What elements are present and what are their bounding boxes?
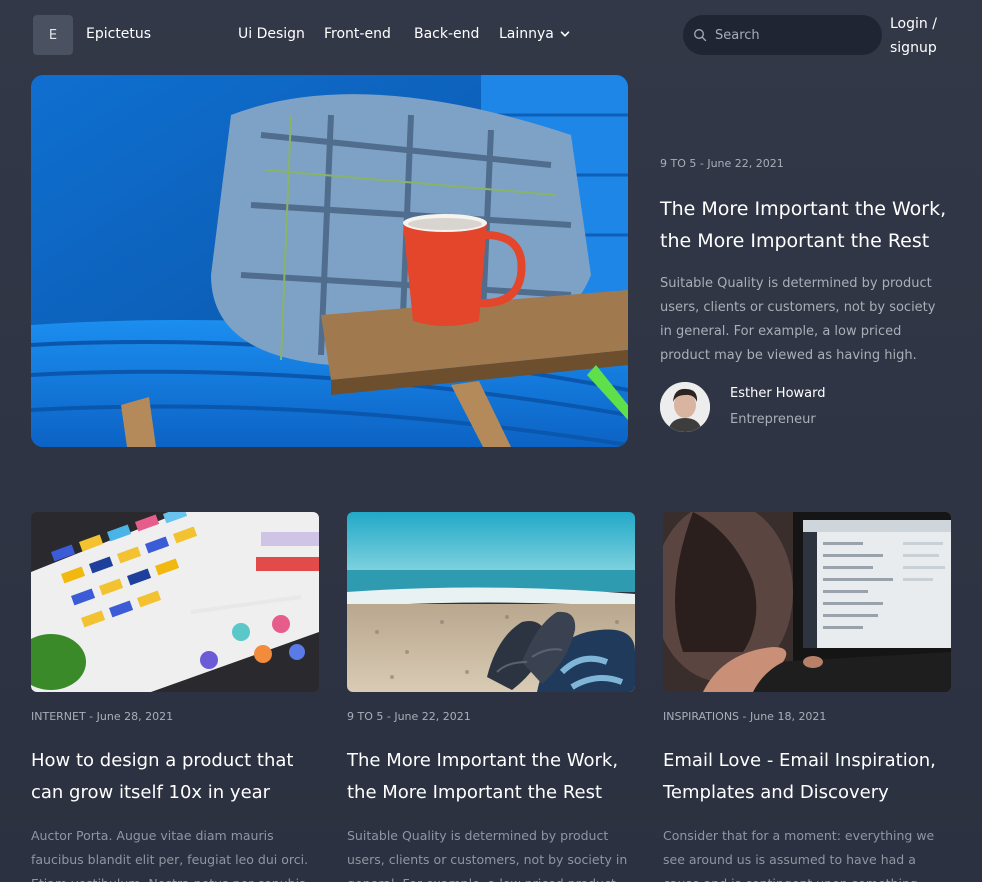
featured-post-title[interactable]: The More Important the Work, the More Im… <box>660 193 950 257</box>
search-bar[interactable] <box>683 15 882 55</box>
nav-item-ui-design[interactable]: Ui Design <box>238 26 305 42</box>
post-card[interactable]: INSPIRATIONS - June 18, 2021 Email Love … <box>663 512 951 882</box>
post-card-image[interactable] <box>31 512 319 692</box>
author-name[interactable]: Esther Howard <box>730 386 826 401</box>
post-card-image[interactable] <box>347 512 635 692</box>
featured-post-description: Suitable Quality is determined by produc… <box>660 276 936 363</box>
post-card-title[interactable]: The More Important the Work, the More Im… <box>347 745 635 809</box>
post-card[interactable]: 9 TO 5 - June 22, 2021 The More Importan… <box>347 512 635 882</box>
nav-item-front-end[interactable]: Front-end <box>324 26 391 42</box>
brand-name[interactable]: Epictetus <box>86 26 151 42</box>
post-card-description: Suitable Quality is determined by produc… <box>347 828 628 882</box>
logo[interactable]: E <box>33 15 73 55</box>
post-card-meta: INTERNET - June 28, 2021 <box>31 710 174 723</box>
featured-post-image[interactable] <box>31 75 628 447</box>
post-card-title[interactable]: How to design a product that can grow it… <box>31 745 319 809</box>
logo-letter: E <box>48 27 58 43</box>
post-card-meta: INSPIRATIONS - June 18, 2021 <box>663 710 827 723</box>
post-card-meta: 9 TO 5 - June 22, 2021 <box>347 710 471 723</box>
author-avatar <box>660 382 710 432</box>
post-card-title[interactable]: Email Love - Email Inspiration, Template… <box>663 745 951 809</box>
nav-item-lainnya-label: Lainnya <box>499 26 554 42</box>
post-card-description: Auctor Porta. Augue vitae diam mauris fa… <box>31 828 309 882</box>
search-icon <box>693 28 707 42</box>
post-card-description: Consider that for a moment: everything w… <box>663 828 935 882</box>
author-role: Entrepreneur <box>730 412 816 427</box>
login-signup-link[interactable]: Login / signup <box>890 12 950 60</box>
top-navbar: E Epictetus Ui Design Front-end Back-end… <box>0 0 982 72</box>
featured-post-meta: 9 TO 5 - June 22, 2021 <box>660 157 784 170</box>
search-input[interactable] <box>715 27 865 43</box>
nav-item-lainnya[interactable]: Lainnya <box>499 26 570 42</box>
chevron-down-icon <box>560 29 570 39</box>
nav-item-back-end[interactable]: Back-end <box>414 26 479 42</box>
post-card-image[interactable] <box>663 512 951 692</box>
post-card[interactable]: INTERNET - June 28, 2021 How to design a… <box>31 512 319 882</box>
